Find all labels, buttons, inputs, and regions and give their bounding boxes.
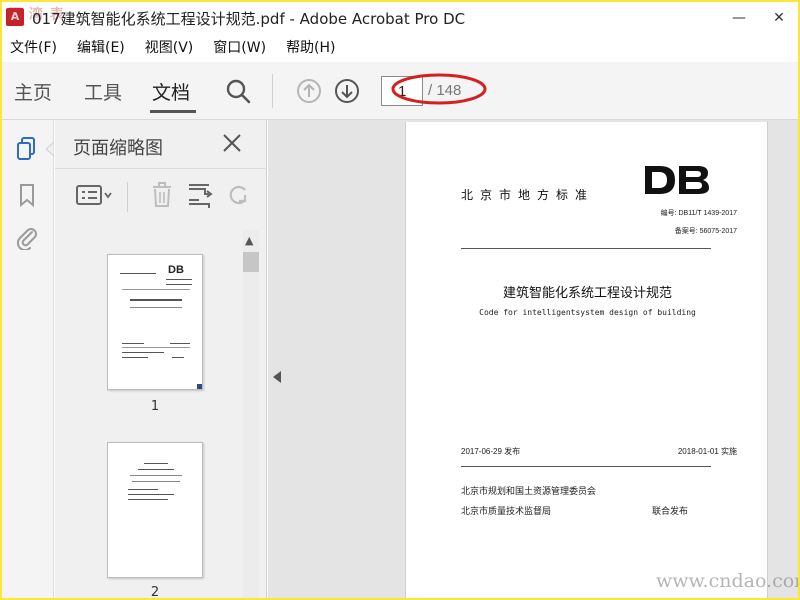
issue-date: 2017-06-29 发布 [461,447,521,456]
thumbnail-page-1[interactable]: DB [107,254,203,390]
thumb-line [138,469,174,470]
document-title-zh: 建筑智能化系统工程设计规范 [502,286,672,301]
thumb-line [122,357,148,358]
thumb-line [170,343,190,344]
thumbnail-page-2[interactable] [107,442,203,578]
thumb-line [144,463,168,464]
highlight-ellipse [391,73,487,105]
thumbnails-scrollbar[interactable] [243,230,259,598]
thumbnails-panel: 页面缩略图 ▲ DB 1 2 [55,120,267,598]
arrow-up-circle-icon[interactable] [296,78,322,104]
thumb-line [128,499,168,500]
thumb-line [130,475,182,476]
search-icon[interactable] [224,77,252,105]
minimize-button[interactable]: — [724,6,754,30]
filing-number: 备案号: 56075-2017 [674,228,737,235]
thumb-line [172,357,184,358]
document-title-en: Code for intelligentsystem design of bui… [479,308,696,317]
panel-title: 页面缩略图 [73,138,163,159]
left-navigation-rail [2,120,54,598]
thumb-line [130,307,182,308]
tab-home[interactable]: 主页 [14,78,52,105]
thumbnail-options-icon[interactable] [75,180,115,210]
title-bar: A 图 湾 表 017建筑智能化系统工程设计规范.pdf - Adobe Acr… [2,2,798,34]
menu-window[interactable]: 窗口(W) [205,36,274,60]
tab-document[interactable]: 文档 [152,78,190,105]
panel-divider [55,168,267,169]
arrow-down-circle-icon[interactable] [334,78,360,104]
thumbnail-label-2: 2 [150,585,160,598]
active-tab-indicator [150,110,196,113]
trash-icon[interactable] [147,180,177,210]
db-logo [645,166,709,194]
issuing-org-1: 北京市规划和国土资源管理委员会 [461,487,597,497]
attachment-icon[interactable] [14,224,40,250]
thumb-line [128,494,174,495]
thumb-line [122,347,190,348]
thumbnail-label-1: 1 [150,399,160,414]
toolbar-divider [272,74,273,108]
insert-pages-icon[interactable] [185,180,215,210]
close-window-button[interactable]: ✕ [764,6,794,30]
site-watermark: www.cndao.com [656,570,798,592]
menu-bar: 文件(F) 编辑(E) 视图(V) 窗口(W) 帮助(H) [2,36,798,60]
thumb-line [130,299,182,301]
page-rule-top [461,248,711,249]
joint-issue-label: 联合发布 [652,507,689,517]
tab-tools[interactable]: 工具 [84,78,122,105]
thumb-line [120,273,156,274]
thumbnails-scrollbar-thumb[interactable] [243,252,259,272]
standard-number: 编号: DB11/T 1439-2017 [660,210,737,217]
page-thumbnails-icon[interactable] [14,136,40,162]
standard-type: 北京市地方标准 [461,188,595,202]
close-panel-icon[interactable] [219,130,245,156]
menu-file[interactable]: 文件(F) [2,36,65,60]
thumb-line [122,352,164,353]
menu-help[interactable]: 帮助(H) [278,36,343,60]
thumb-line [122,343,144,344]
rotate-icon[interactable] [225,180,251,210]
issuing-org-2: 北京市质量技术监督局 [461,507,552,517]
bookmark-icon[interactable] [14,182,40,208]
scroll-up-arrow-icon[interactable]: ▲ [245,234,253,247]
thumb-line [128,489,158,490]
window-title: 017建筑智能化系统工程设计规范.pdf - Adobe Acrobat Pro… [32,10,466,28]
current-page-marker [197,384,202,389]
collapse-panel-arrow-icon[interactable] [272,370,282,384]
thumb-line [132,481,180,482]
effective-date: 2018-01-01 实施 [677,447,737,456]
panel-tool-divider [127,182,128,212]
menu-view[interactable]: 视图(V) [137,36,202,60]
page-rule-bottom [461,466,711,467]
menu-edit[interactable]: 编辑(E) [69,36,133,60]
active-panel-pointer-icon [46,142,54,156]
thumb-logo: DB [168,264,184,276]
document-view[interactable]: 北京市地方标准 编号: DB11/T 1439-2017 备案号: 56075-… [268,120,798,598]
thumb-line [166,279,192,280]
thumb-line [166,284,192,285]
pdf-page: 北京市地方标准 编号: DB11/T 1439-2017 备案号: 56075-… [405,122,768,598]
thumb-line [122,289,190,290]
app-window: A 图 湾 表 017建筑智能化系统工程设计规范.pdf - Adobe Acr… [2,2,798,598]
